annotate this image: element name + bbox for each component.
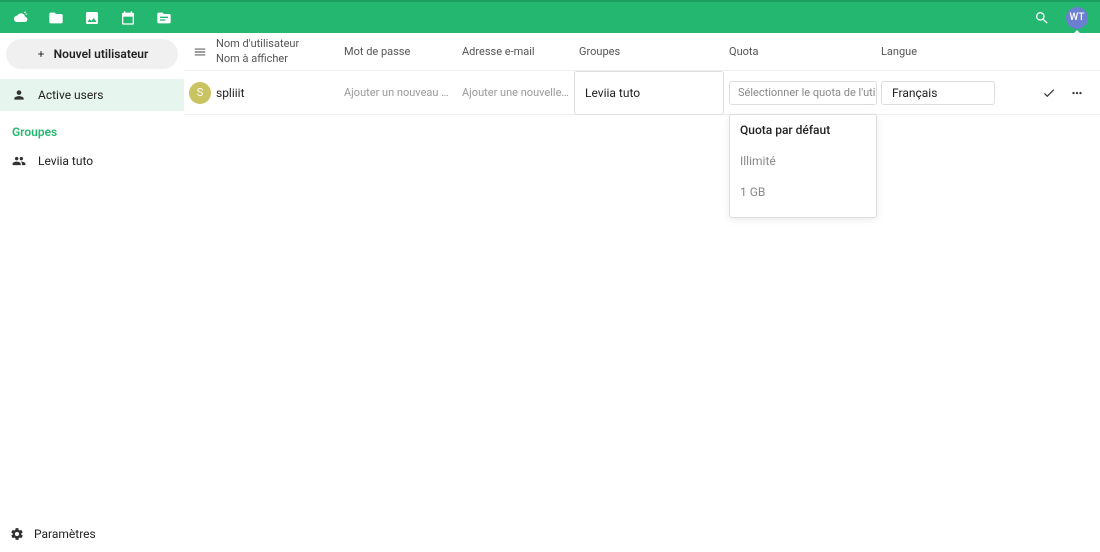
user-row-email[interactable]: Ajouter une nouvelle adresse e-mail <box>462 86 579 99</box>
user-row-username[interactable]: spliiit <box>216 86 344 100</box>
search-icon[interactable] <box>1034 10 1050 26</box>
quota-option[interactable]: 1 GB <box>730 177 876 208</box>
col-quota: Quota <box>729 45 881 58</box>
col-email: Adresse e-mail <box>462 45 579 58</box>
sidebar-settings[interactable]: Paramètres <box>0 516 184 552</box>
layout: Nouvel utilisateur Active users Groupes … <box>0 33 1100 552</box>
user-icon <box>12 88 26 102</box>
groups-select[interactable]: Leviia tuto <box>574 71 724 115</box>
user-row-password[interactable]: Ajouter un nouveau mot de passe <box>344 86 462 99</box>
plus-icon <box>36 49 46 59</box>
gear-icon <box>10 527 24 541</box>
sidebar-item-active-users[interactable]: Active users <box>0 79 184 111</box>
sidebar-group-item[interactable]: Leviia tuto <box>0 145 184 177</box>
user-row-language[interactable]: Français <box>881 81 995 105</box>
calendar-icon[interactable] <box>120 10 136 26</box>
quota-option[interactable]: Quota par défaut <box>730 115 876 146</box>
user-row-avatar: S <box>189 82 211 104</box>
sidebar-groups-heading: Groupes <box>0 111 184 145</box>
table-header: Nom d'utilisateur Nom à afficher Mot de … <box>184 33 1100 71</box>
main-content: Nom d'utilisateur Nom à afficher Mot de … <box>184 33 1100 552</box>
quota-dropdown: Quota par défaut Illimité 1 GB 5 GB <box>729 114 877 218</box>
photos-icon[interactable] <box>84 10 100 26</box>
files-icon[interactable] <box>48 10 64 26</box>
activity-icon[interactable] <box>156 10 172 26</box>
sidebar-group-label: Leviia tuto <box>38 154 93 168</box>
topbar-right: WT <box>1034 7 1088 29</box>
row-actions <box>995 86 1100 100</box>
toggle-menu-button[interactable] <box>184 45 216 59</box>
col-username: Nom d'utilisateur Nom à afficher <box>216 37 344 66</box>
active-users-label: Active users <box>38 88 103 102</box>
new-user-button[interactable]: Nouvel utilisateur <box>6 39 178 69</box>
top-bar: WT <box>0 0 1100 33</box>
quota-option[interactable]: 5 GB <box>730 208 876 217</box>
new-user-label: Nouvel utilisateur <box>54 47 149 61</box>
col-password: Mot de passe <box>344 45 462 58</box>
user-row-quota[interactable]: Sélectionner le quota de l'utilisateur Q… <box>729 81 881 105</box>
settings-label: Paramètres <box>34 527 96 541</box>
topbar-left <box>12 10 172 26</box>
more-icon[interactable] <box>1070 86 1084 100</box>
user-avatar[interactable]: WT <box>1066 7 1088 29</box>
confirm-icon[interactable] <box>1042 86 1056 100</box>
language-select[interactable]: Français <box>881 81 995 105</box>
user-row: S spliiit Ajouter un nouveau mot de pass… <box>184 71 1100 115</box>
col-language: Langue <box>881 45 981 58</box>
quota-option[interactable]: Illimité <box>730 146 876 177</box>
group-icon <box>12 154 26 168</box>
quota-select[interactable]: Sélectionner le quota de l'utilisateur <box>729 81 877 105</box>
app-logo[interactable] <box>12 10 28 26</box>
menu-icon <box>193 45 207 59</box>
col-groups: Groupes <box>579 45 729 58</box>
sidebar: Nouvel utilisateur Active users Groupes … <box>0 33 184 552</box>
